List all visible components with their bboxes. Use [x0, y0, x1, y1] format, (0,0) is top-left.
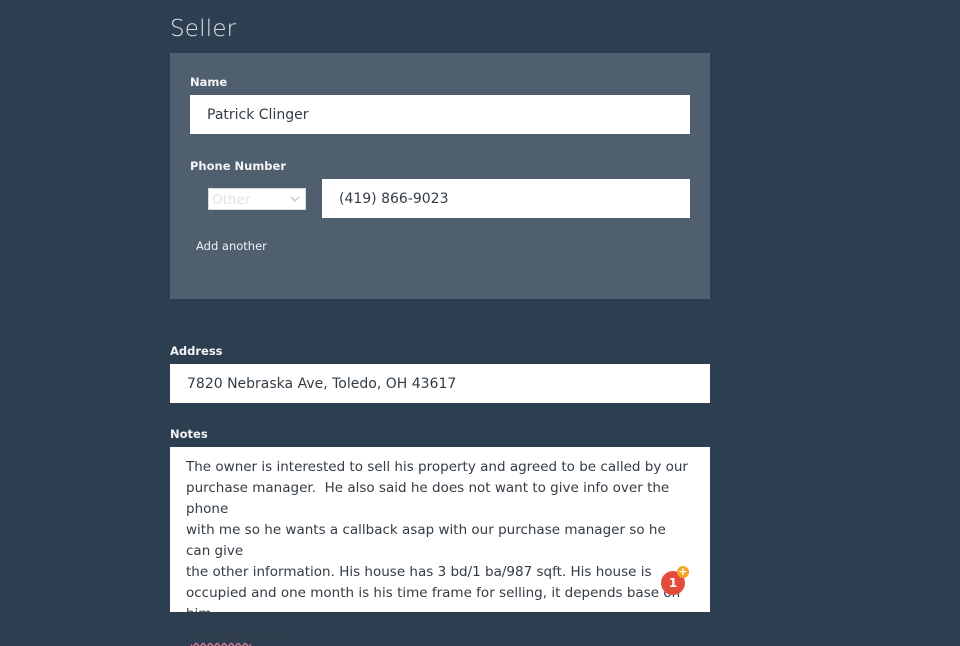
chevron-down-icon — [290, 196, 300, 202]
phone-type-value: Other — [212, 192, 251, 208]
address-input[interactable] — [170, 364, 710, 403]
phone-number-input[interactable] — [322, 179, 690, 218]
section-title-seller: Seller — [170, 16, 237, 42]
add-another-link[interactable]: Add another — [196, 239, 267, 253]
seller-panel: Name Phone Number Other Add another — [170, 53, 710, 299]
address-label: Address — [170, 344, 223, 358]
notes-misspelled-word: Callteam — [190, 627, 252, 643]
phone-type-select[interactable]: Other — [208, 188, 306, 210]
name-input[interactable] — [190, 95, 690, 134]
notes-label: Notes — [170, 427, 208, 441]
name-label: Name — [190, 75, 228, 89]
notes-text-end: : Jam — [251, 627, 286, 643]
plus-icon: + — [677, 565, 689, 578]
notes-text-main: The owner is interested to sell his prop… — [186, 459, 688, 643]
phone-number-label: Phone Number — [190, 159, 287, 173]
notes-textarea[interactable]: The owner is interested to sell his prop… — [170, 447, 710, 643]
notes-text: The owner is interested to sell his prop… — [186, 457, 694, 646]
